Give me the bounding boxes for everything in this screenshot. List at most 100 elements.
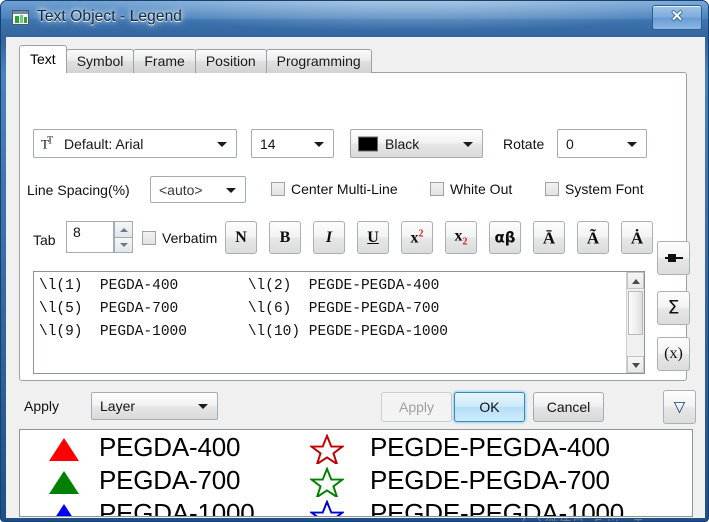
tilde-button[interactable]: Ã — [577, 221, 609, 254]
tab-position[interactable]: Position — [194, 49, 267, 73]
tab-stop-input[interactable]: 8 — [66, 221, 114, 253]
dot-button[interactable]: Ȧ — [621, 221, 653, 254]
legend-row: PEGDA-700 PEGDE-PEGDA-700 — [20, 465, 692, 498]
subscript-glyph: x2 — [454, 226, 468, 248]
legend-label-right: PEGDE-PEGDA-1000 — [370, 498, 625, 517]
bold-button[interactable]: B — [269, 221, 301, 254]
editor-scrollbar[interactable] — [626, 272, 644, 373]
tab-stop-label: Tab — [33, 232, 56, 248]
subscript-button[interactable]: x2 — [445, 221, 477, 254]
legend-preview: PEGDA-400 PEGDE-PEGDA-400 PEGDA-700 PEGD… — [19, 429, 693, 517]
insert-mark-button[interactable] — [657, 241, 690, 275]
watermark-text: 微信号: EditorTan — [545, 518, 657, 521]
legend-label-left: PEGDA-400 — [99, 432, 241, 462]
tab-frame[interactable]: Frame — [133, 49, 196, 73]
font-color-select[interactable]: Black — [350, 129, 483, 158]
white-out-label[interactable]: White Out — [450, 181, 512, 197]
font-tt-icon: TT — [41, 134, 53, 152]
sigma-icon: Σ — [667, 296, 680, 319]
apply-button[interactable]: Apply — [381, 392, 452, 422]
verbatim-label[interactable]: Verbatim — [162, 230, 217, 246]
tab-stop-decrement-button[interactable] — [114, 237, 133, 253]
normal-button[interactable]: N — [225, 221, 257, 254]
line-spacing-value: <auto> — [159, 181, 203, 198]
tab-panel-seam — [21, 73, 65, 75]
font-select-value: Default: Arial — [64, 135, 144, 152]
bold-glyph: B — [279, 228, 291, 246]
title-bar: Text Object - Legend ✕ — [1, 1, 708, 37]
insert-function-button[interactable]: (x) — [657, 337, 690, 371]
font-size-select[interactable]: 14 — [251, 129, 334, 158]
close-icon: ✕ — [670, 8, 684, 25]
insert-sigma-button[interactable]: Σ — [657, 291, 690, 325]
tab-stop-value: 8 — [73, 224, 81, 240]
rotate-select[interactable]: 0 — [557, 129, 647, 158]
verbatim-checkbox[interactable] — [142, 231, 156, 245]
open-star-icon — [310, 434, 344, 464]
tilde-glyph: Ã — [586, 228, 600, 247]
tab-text[interactable]: Text — [19, 45, 67, 73]
filled-triangle-icon — [49, 471, 79, 494]
font-color-value: Black — [385, 135, 420, 152]
rotate-value: 0 — [566, 135, 574, 152]
dot-glyph: Ȧ — [630, 228, 644, 247]
greek-glyph: αβ — [494, 228, 516, 246]
close-button[interactable]: ✕ — [652, 5, 702, 30]
overline-button[interactable]: Ā — [533, 221, 565, 254]
chevron-down-icon — [198, 404, 208, 409]
dialog-window: Text Object - Legend ✕ Text Symbol Frame… — [0, 0, 709, 522]
chevron-down-icon — [217, 141, 227, 147]
italic-button[interactable]: I — [313, 221, 345, 254]
greek-button[interactable]: αβ — [489, 221, 521, 254]
chevron-down-icon — [226, 187, 236, 193]
system-font-checkbox[interactable] — [545, 182, 559, 196]
chevron-down-icon — [627, 141, 637, 147]
line-spacing-select[interactable]: <auto> — [150, 176, 246, 203]
color-swatch — [358, 136, 378, 151]
app-window-icon — [12, 10, 29, 25]
legend-row: PEGDA-1000 PEGDE-PEGDA-1000 — [20, 498, 692, 517]
legend-row: PEGDA-400 PEGDE-PEGDA-400 — [20, 432, 692, 465]
superscript-glyph: x2 — [410, 227, 424, 247]
chevron-down-icon — [463, 141, 473, 147]
dialog-client-area: Text Symbol Frame Position Programming T… — [6, 37, 705, 521]
scrollbar-thumb[interactable] — [628, 291, 643, 335]
line-spacing-label: Line Spacing(%) — [27, 182, 130, 198]
chevron-down-icon — [314, 141, 324, 147]
superscript-button[interactable]: x2 — [401, 221, 433, 254]
system-font-label[interactable]: System Font — [565, 181, 644, 197]
rotate-label: Rotate — [503, 136, 545, 152]
legend-label-right: PEGDE-PEGDA-400 — [370, 432, 610, 462]
overline-glyph: Ā — [542, 228, 556, 247]
tab-stop-increment-button[interactable] — [114, 221, 133, 237]
font-select[interactable]: TT Default: Arial — [33, 129, 237, 158]
underline-glyph: U — [367, 228, 379, 246]
underline-button[interactable]: U — [357, 221, 389, 254]
font-size-value: 14 — [260, 135, 276, 152]
apply-target-value: Layer — [100, 398, 136, 414]
expand-options-button[interactable]: ▽ — [663, 390, 696, 424]
legend-label-right: PEGDE-PEGDA-700 — [370, 465, 610, 495]
tab-bar: Text Symbol Frame Position Programming — [19, 45, 372, 73]
open-star-icon — [310, 500, 344, 516]
text-editor[interactable]: \l(1) PEGDA-400 \l(2) PEGDE-PEGDA-400 \l… — [33, 271, 645, 374]
center-multiline-label[interactable]: Center Multi-Line — [291, 181, 398, 197]
scroll-up-button[interactable] — [627, 272, 644, 289]
function-icon: (x) — [664, 345, 683, 362]
scroll-down-button[interactable] — [627, 356, 644, 373]
italic-glyph: I — [325, 228, 333, 246]
double-chevron-down-icon: ▽ — [673, 397, 686, 416]
ok-button[interactable]: OK — [454, 392, 525, 422]
insert-mark-icon — [664, 253, 683, 263]
apply-target-select[interactable]: Layer — [91, 392, 218, 420]
tab-programming[interactable]: Programming — [265, 49, 372, 73]
tab-symbol[interactable]: Symbol — [65, 49, 135, 73]
center-multiline-checkbox[interactable] — [271, 182, 285, 196]
white-out-checkbox[interactable] — [430, 182, 444, 196]
window-title: Text Object - Legend — [37, 8, 183, 25]
open-star-icon — [310, 467, 344, 497]
apply-label: Apply — [24, 398, 60, 414]
normal-glyph: N — [235, 228, 247, 246]
filled-triangle-icon — [49, 438, 79, 461]
cancel-button[interactable]: Cancel — [533, 392, 604, 422]
